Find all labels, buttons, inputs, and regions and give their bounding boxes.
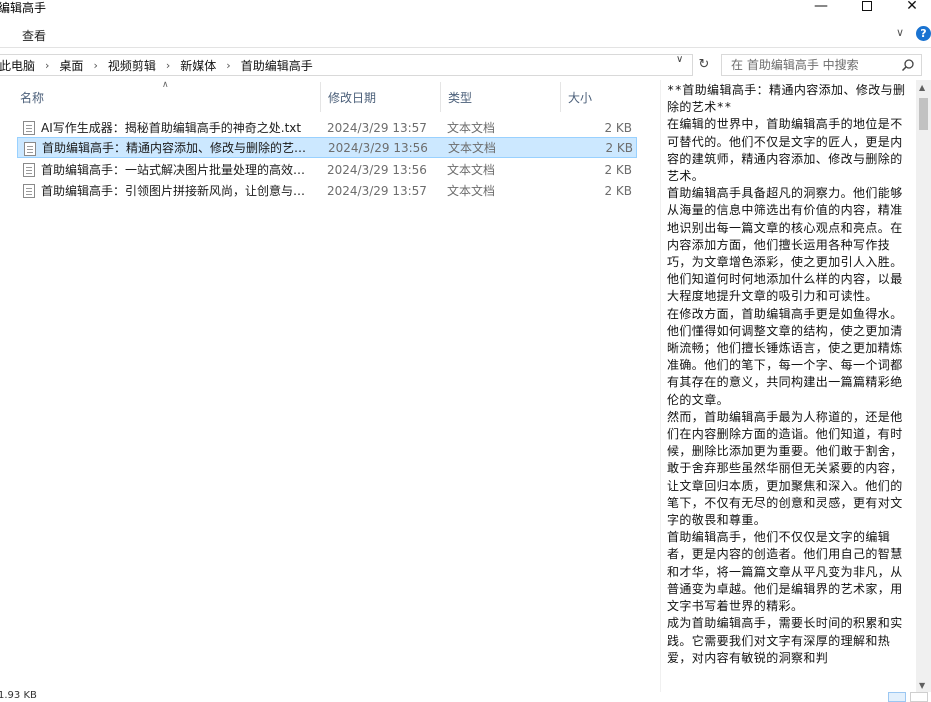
breadcrumb-new-media[interactable]: 新媒体 xyxy=(180,57,216,74)
file-row[interactable]: 首助编辑高手：一站式解决图片批量处理的高效利器.txt 2024/3/29 13… xyxy=(17,159,637,180)
scrollbar-thumb[interactable] xyxy=(919,98,928,130)
column-header-date[interactable]: 修改日期 xyxy=(320,82,440,112)
status-bar: 1.93 KB xyxy=(0,690,931,702)
help-button[interactable]: ? xyxy=(916,26,931,41)
column-header-size[interactable]: 大小 xyxy=(560,82,638,112)
details-view-button[interactable] xyxy=(888,692,906,702)
minimize-button[interactable]: — xyxy=(798,0,844,15)
file-name[interactable]: 首助编辑高手：精通内容添加、修改与删除的艺术.txt xyxy=(42,139,310,156)
help-icon: ? xyxy=(920,27,927,40)
maximize-button[interactable] xyxy=(844,0,890,15)
breadcrumb-current-folder[interactable]: 首助编辑高手 xyxy=(241,57,313,74)
file-name[interactable]: 首助编辑高手：一站式解决图片批量处理的高效利器.txt xyxy=(41,161,309,178)
chevron-right-icon[interactable]: › xyxy=(226,59,230,72)
column-header-name[interactable]: 名称 xyxy=(20,82,320,112)
text-file-icon xyxy=(23,163,35,177)
search-box[interactable] xyxy=(721,54,922,76)
search-icon[interactable] xyxy=(901,58,915,72)
file-size: 2 KB xyxy=(605,140,633,155)
chevron-down-icon: ∨ xyxy=(896,26,905,39)
text-file-icon xyxy=(24,142,36,156)
file-date: 2024/3/29 13:57 xyxy=(327,120,427,135)
chevron-right-icon[interactable]: › xyxy=(166,59,170,72)
breadcrumb-this-pc[interactable]: 此电脑 xyxy=(0,57,35,74)
address-dropdown-button[interactable]: ∨ xyxy=(676,54,683,65)
column-header-type[interactable]: 类型 xyxy=(440,82,560,112)
address-row: 此电脑 › 桌面 › 视频剪辑 › 新媒体 › 首助编辑高手 ∨ ↻ xyxy=(0,52,931,78)
file-name[interactable]: 首助编辑高手：引领图片拼接新风尚，让创意与美感并存.txt xyxy=(41,182,309,199)
breadcrumb-desktop[interactable]: 桌面 xyxy=(59,57,83,74)
chevron-right-icon[interactable]: › xyxy=(93,59,97,72)
ribbon-expand-button[interactable]: ∨ xyxy=(896,26,904,39)
title-bar: 编辑高手 — ✕ xyxy=(0,0,931,16)
refresh-icon: ↻ xyxy=(698,57,710,72)
text-file-icon xyxy=(23,121,35,135)
tab-view[interactable]: 查看 xyxy=(22,27,46,44)
minimize-icon: — xyxy=(814,0,828,14)
file-date: 2024/3/29 13:57 xyxy=(327,183,427,198)
refresh-button[interactable]: ↻ xyxy=(695,57,713,75)
ribbon: 查看 ∨ ? xyxy=(0,20,931,48)
file-type: 文本文档 xyxy=(447,184,496,198)
scroll-up-icon[interactable]: ▲ xyxy=(919,83,925,92)
window-title: 编辑高手 xyxy=(0,1,47,15)
file-size: 2 KB xyxy=(604,183,632,198)
large-icons-view-button[interactable] xyxy=(910,692,928,702)
address-bar[interactable]: 此电脑 › 桌面 › 视频剪辑 › 新媒体 › 首助编辑高手 xyxy=(0,54,693,76)
file-type: 文本文档 xyxy=(448,141,497,155)
file-type: 文本文档 xyxy=(447,121,496,135)
close-button[interactable]: ✕ xyxy=(889,0,931,15)
scroll-down-icon[interactable]: ▼ xyxy=(919,681,925,690)
file-row[interactable]: AI写作生成器：揭秘首助编辑高手的神奇之处.txt 2024/3/29 13:5… xyxy=(17,117,637,138)
file-row[interactable]: 首助编辑高手：引领图片拼接新风尚，让创意与美感并存.txt 2024/3/29 … xyxy=(17,180,637,201)
preview-scrollbar[interactable]: ▲ ▼ xyxy=(916,80,931,692)
chevron-right-icon[interactable]: › xyxy=(45,59,49,72)
maximize-icon xyxy=(862,1,872,11)
text-file-icon xyxy=(23,184,35,198)
search-input[interactable] xyxy=(731,58,891,72)
file-size: 2 KB xyxy=(604,162,632,177)
status-text: 1.93 KB xyxy=(0,690,37,701)
file-list: ∧ 名称 修改日期 类型 大小 AI写作生成器：揭秘首助编辑高手的神奇之处.tx… xyxy=(0,80,660,702)
file-name[interactable]: AI写作生成器：揭秘首助编辑高手的神奇之处.txt xyxy=(41,119,309,136)
file-size: 2 KB xyxy=(604,120,632,135)
preview-text: **首助编辑高手：精通内容添加、修改与删除的艺术** 在编辑的世界中，首助编辑高… xyxy=(667,83,906,665)
file-row-selected[interactable]: 首助编辑高手：精通内容添加、修改与删除的艺术.txt 2024/3/29 13:… xyxy=(17,137,637,158)
preview-pane[interactable]: **首助编辑高手：精通内容添加、修改与删除的艺术** 在编辑的世界中，首助编辑高… xyxy=(660,80,916,692)
chevron-down-icon: ∨ xyxy=(676,54,684,65)
breadcrumb-video-editing[interactable]: 视频剪辑 xyxy=(108,57,156,74)
file-type: 文本文档 xyxy=(447,163,496,177)
file-date: 2024/3/29 13:56 xyxy=(327,162,427,177)
file-date: 2024/3/29 13:56 xyxy=(328,140,428,155)
close-icon: ✕ xyxy=(906,0,918,14)
